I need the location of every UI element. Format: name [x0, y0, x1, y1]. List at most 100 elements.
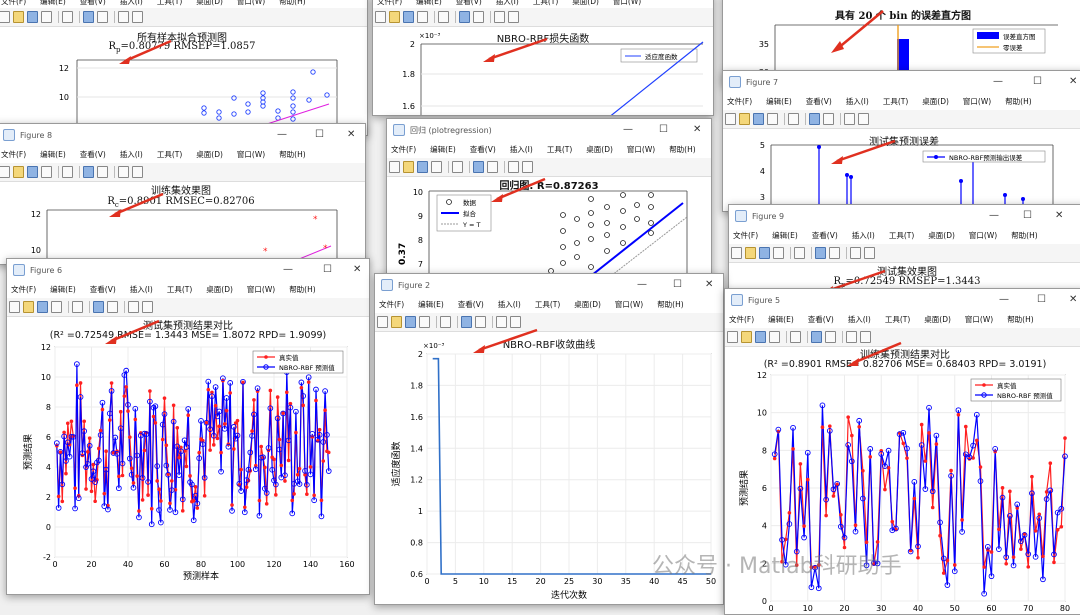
- cursor-icon[interactable]: [494, 11, 505, 23]
- maximize-button[interactable]: ☐: [323, 264, 332, 275]
- menu-insert[interactable]: 插入(I): [848, 314, 871, 325]
- menu-file[interactable]: 文件(F): [727, 96, 752, 107]
- print-icon[interactable]: [773, 247, 784, 259]
- window-figure-7[interactable]: Figure 7 — ☐ ✕ 文件(F) 编辑(E) 查看(V) 插入(I) 工具(T) 桌面…: [722, 70, 1080, 212]
- legend-icon[interactable]: [97, 166, 108, 178]
- minimize-button[interactable]: —: [993, 76, 1003, 87]
- menu-view[interactable]: 查看(V): [458, 299, 484, 310]
- menu-help[interactable]: 帮助(H): [657, 299, 684, 310]
- minimize-button[interactable]: —: [283, 264, 293, 275]
- menu-desktop[interactable]: 桌面(D): [574, 299, 601, 310]
- menu-window[interactable]: 窗口(W): [237, 149, 265, 160]
- close-button[interactable]: ✕: [705, 279, 713, 290]
- title-bar[interactable]: Figure 5 — ☐ ✕: [725, 289, 1080, 311]
- open-icon[interactable]: [389, 11, 400, 23]
- property-icon[interactable]: [132, 166, 143, 178]
- legend-icon[interactable]: [107, 301, 118, 313]
- menu-bar[interactable]: 文件(F) 编辑(E) 查看(V) 插入(I) 工具(T) 桌面(D) 窗口(W) 帮助(H): [387, 141, 711, 158]
- minimize-button[interactable]: —: [637, 279, 647, 290]
- menu-bar[interactable]: 文件(F) 编辑(E) 查看(V) 插入(I) 工具(T) 桌面(D) 窗口(W) 帮助(H): [7, 281, 369, 298]
- new-icon[interactable]: [375, 11, 386, 23]
- menu-view[interactable]: 查看(V): [470, 144, 496, 155]
- property-icon[interactable]: [522, 161, 533, 173]
- menu-window[interactable]: 窗口(W): [613, 0, 641, 7]
- cursor-icon[interactable]: [118, 166, 129, 178]
- property-icon[interactable]: [132, 11, 143, 23]
- open-icon[interactable]: [13, 11, 24, 23]
- menu-view[interactable]: 查看(V): [808, 314, 834, 325]
- open-icon[interactable]: [23, 301, 34, 313]
- menu-edit[interactable]: 编辑(E): [40, 149, 66, 160]
- maximize-button[interactable]: ☐: [315, 129, 324, 140]
- menu-tools[interactable]: 工具(T): [535, 299, 560, 310]
- menu-file[interactable]: 文件(F): [11, 284, 36, 295]
- menu-insert[interactable]: 插入(I): [120, 0, 143, 7]
- new-icon[interactable]: [725, 113, 736, 125]
- menu-desktop[interactable]: 桌面(D): [572, 0, 599, 7]
- cursor-icon[interactable]: [496, 316, 507, 328]
- toolbar[interactable]: [725, 328, 1080, 347]
- save-icon[interactable]: [403, 11, 414, 23]
- property-icon[interactable]: [858, 113, 869, 125]
- legend-icon[interactable]: [487, 161, 498, 173]
- colorbar-icon[interactable]: [83, 11, 94, 23]
- window-all-samples[interactable]: 文件(F) 编辑(E) 查看(V) 插入(I) 工具(T) 桌面(D) 窗口(W) 帮助(H)…: [0, 0, 368, 136]
- close-button[interactable]: ✕: [353, 264, 361, 275]
- title-bar[interactable]: Figure 2 — ☐ ✕: [375, 274, 723, 296]
- title-bar[interactable]: Figure 7 — ☐ ✕: [723, 71, 1080, 93]
- menu-file[interactable]: 文件(F): [1, 149, 26, 160]
- menu-view[interactable]: 查看(V): [806, 96, 832, 107]
- title-bar[interactable]: 回归 (plotregression) — ☐ ✕: [387, 119, 711, 141]
- menu-window[interactable]: 窗口(W): [627, 144, 655, 155]
- close-button[interactable]: ✕: [1069, 294, 1077, 305]
- menu-desktop[interactable]: 桌面(D): [922, 96, 949, 107]
- menu-insert[interactable]: 插入(I): [510, 144, 533, 155]
- save-icon[interactable]: [37, 301, 48, 313]
- save-icon[interactable]: [753, 113, 764, 125]
- menu-bar[interactable]: 文件(F) 编辑(E) 查看(V) 插入(I) 工具(T) 桌面(D) 窗口(W) 帮助(H): [375, 296, 723, 313]
- menu-tools[interactable]: 工具(T): [157, 0, 182, 7]
- menu-tools[interactable]: 工具(T): [167, 284, 192, 295]
- link-icon[interactable]: [440, 316, 451, 328]
- open-icon[interactable]: [391, 316, 402, 328]
- menu-bar[interactable]: 文件(F) 编辑(E) 查看(V) 插入(I) 工具(T) 桌面(D) 窗口(W) 帮助(H): [723, 93, 1080, 110]
- print-icon[interactable]: [419, 316, 430, 328]
- menu-help[interactable]: 帮助(H): [1011, 230, 1038, 241]
- close-button[interactable]: ✕: [347, 129, 355, 140]
- property-icon[interactable]: [860, 331, 871, 343]
- menu-file[interactable]: 文件(F): [733, 230, 758, 241]
- menu-view[interactable]: 查看(V): [80, 149, 106, 160]
- menu-view[interactable]: 查看(V): [456, 0, 482, 7]
- minimize-button[interactable]: —: [999, 294, 1009, 305]
- colorbar-icon[interactable]: [809, 113, 820, 125]
- toolbar[interactable]: [723, 110, 1080, 129]
- link-icon[interactable]: [62, 166, 73, 178]
- save-icon[interactable]: [755, 331, 766, 343]
- save-icon[interactable]: [405, 316, 416, 328]
- print-icon[interactable]: [769, 331, 780, 343]
- legend-icon[interactable]: [829, 247, 840, 259]
- menu-edit[interactable]: 编辑(E): [430, 144, 456, 155]
- menu-desktop[interactable]: 桌面(D): [928, 230, 955, 241]
- menu-desktop[interactable]: 桌面(D): [924, 314, 951, 325]
- minimize-button[interactable]: —: [277, 129, 287, 140]
- menu-file[interactable]: 文件(F): [1, 0, 26, 7]
- menu-insert[interactable]: 插入(I): [846, 96, 869, 107]
- menu-help[interactable]: 帮助(H): [669, 144, 696, 155]
- menu-file[interactable]: 文件(F): [379, 299, 404, 310]
- menu-bar[interactable]: 文件(F) 编辑(E) 查看(V) 插入(I) 工具(T) 桌面(D) 窗口(W) 帮助(H): [729, 227, 1080, 244]
- colorbar-icon[interactable]: [473, 161, 484, 173]
- new-icon[interactable]: [0, 11, 10, 23]
- colorbar-icon[interactable]: [93, 301, 104, 313]
- new-icon[interactable]: [389, 161, 400, 173]
- window-loss-function[interactable]: 文件(F) 编辑(E) 查看(V) 插入(I) 工具(T) 桌面(D) 窗口(W) NBRO…: [372, 0, 714, 116]
- legend-icon[interactable]: [97, 11, 108, 23]
- menu-insert[interactable]: 插入(I): [120, 149, 143, 160]
- link-icon[interactable]: [452, 161, 463, 173]
- menu-desktop[interactable]: 桌面(D): [196, 149, 223, 160]
- legend-icon[interactable]: [475, 316, 486, 328]
- title-bar[interactable]: Figure 9 — ☐ ✕: [729, 205, 1080, 227]
- colorbar-icon[interactable]: [815, 247, 826, 259]
- menu-help[interactable]: 帮助(H): [289, 284, 316, 295]
- menu-desktop[interactable]: 桌面(D): [206, 284, 233, 295]
